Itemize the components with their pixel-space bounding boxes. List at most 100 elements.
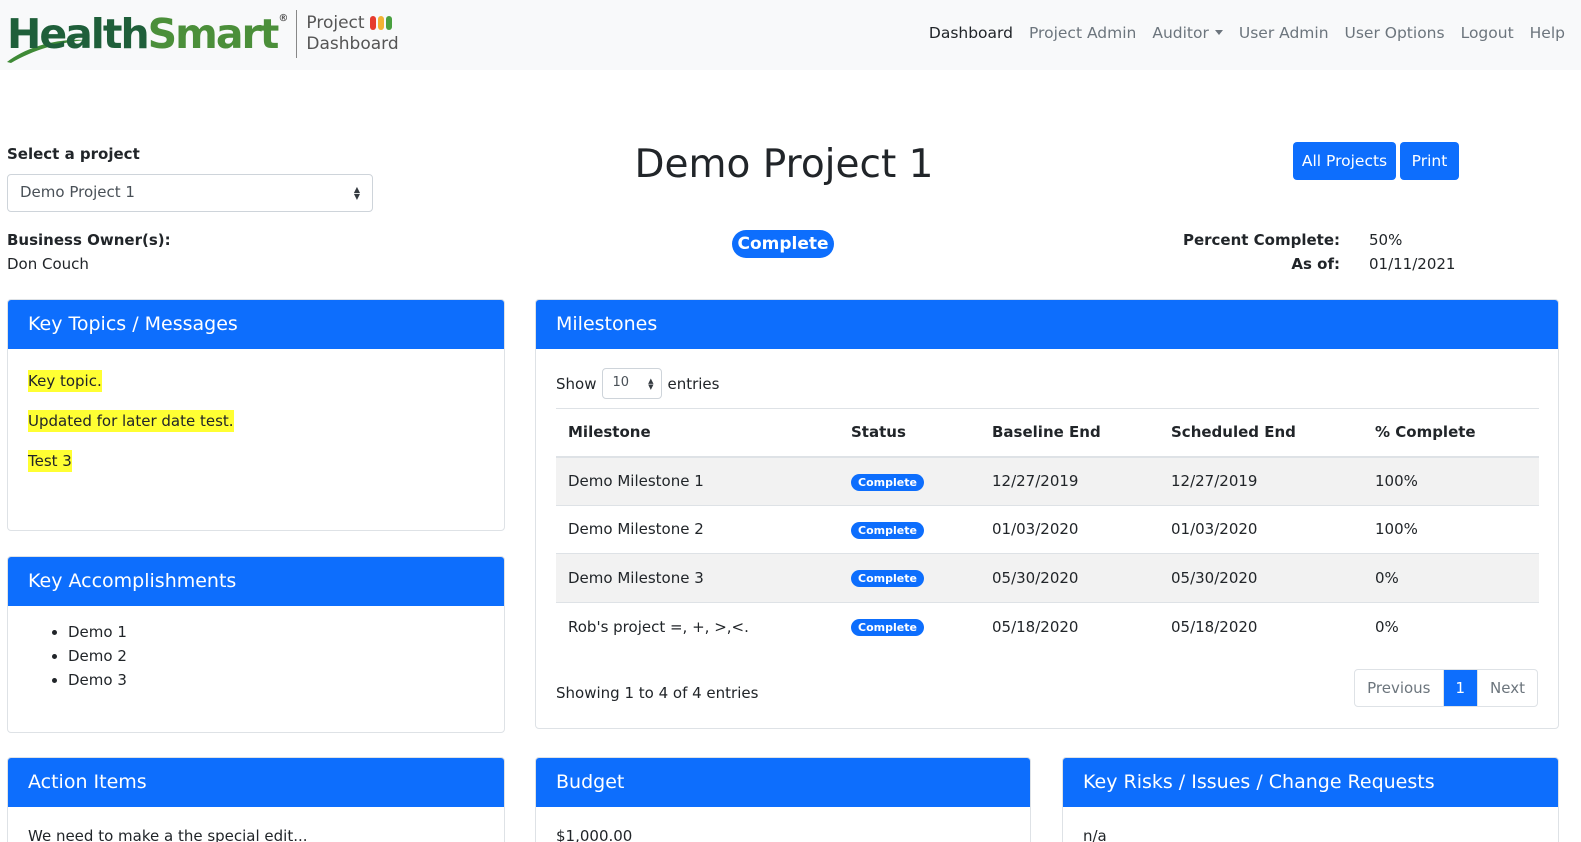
column-header-status[interactable]: Status [839, 408, 980, 458]
milestones-table: Milestone Status Baseline End Scheduled … [556, 408, 1539, 651]
pagination: Previous 1 Next [1354, 669, 1538, 707]
entries-label: entries [667, 374, 720, 393]
select-arrows-icon: ▲ ▼ [353, 185, 360, 201]
project-status-badge: Complete [732, 230, 834, 258]
column-header-milestone[interactable]: Milestone [556, 408, 839, 458]
table-info: Showing 1 to 4 of 4 entries [556, 684, 759, 702]
project-select[interactable]: Demo Project 1 ▲ ▼ [7, 174, 373, 212]
accomplishments-list: Demo 1 Demo 2 Demo 3 [28, 620, 484, 692]
milestones-card: Milestones Show 10 ▲ ▼ entries Milestone … [535, 299, 1559, 729]
project-title: Demo Project 1 [634, 142, 934, 187]
nav-auditor-label: Auditor [1152, 24, 1209, 42]
column-header-baseline-end[interactable]: Baseline End [980, 408, 1159, 458]
as-of-label: As of: [1291, 255, 1340, 273]
milestones-title: Milestones [536, 300, 1558, 349]
page-length-control: Show 10 ▲ ▼ entries [556, 368, 719, 399]
action-items-card: Action Items We need to make a the speci… [7, 757, 505, 842]
baseline-end: 05/30/2020 [980, 553, 1159, 602]
nav-logout[interactable]: Logout [1461, 24, 1514, 42]
show-label: Show [556, 374, 597, 393]
traffic-light-icon [369, 16, 392, 30]
key-risks-card: Key Risks / Issues / Change Requests n/a [1062, 757, 1559, 842]
previous-page-button[interactable]: Previous [1355, 670, 1444, 706]
nav-auditor-dropdown[interactable]: Auditor [1152, 24, 1223, 42]
percent-complete: 0% [1363, 553, 1539, 602]
status-badge: Complete [851, 521, 924, 539]
scheduled-end: 01/03/2020 [1159, 504, 1363, 554]
page-length-value: 10 [612, 375, 630, 390]
milestone-name: Rob's project =, +, >,<. [556, 601, 839, 651]
percent-complete: 0% [1363, 601, 1539, 651]
status-badge: Complete [851, 619, 924, 636]
key-accomplishments-card: Key Accomplishments Demo 1 Demo 2 Demo 3 [7, 556, 505, 733]
nav-dashboard[interactable]: Dashboard [929, 24, 1013, 42]
scheduled-end: 05/18/2020 [1159, 601, 1363, 651]
baseline-end: 12/27/2019 [980, 456, 1159, 505]
percent-complete: 100% [1363, 456, 1539, 505]
list-item: Demo 2 [68, 644, 484, 668]
percent-complete-value: 50% [1369, 231, 1403, 249]
brand-wordmark: HealthSmart® [7, 12, 289, 55]
key-accomplishments-body: Demo 1 Demo 2 Demo 3 [8, 606, 504, 712]
brand-subtitle: Project Dashboard [306, 13, 398, 55]
brand-name-part1: Health [7, 9, 150, 58]
budget-card: Budget $1,000.00 [535, 757, 1031, 842]
key-topics-card: Key Topics / Messages Key topic. Updated… [7, 299, 505, 531]
baseline-end: 05/18/2020 [980, 601, 1159, 651]
scheduled-end: 12/27/2019 [1159, 456, 1363, 505]
budget-title: Budget [536, 758, 1030, 807]
table-header-row: Milestone Status Baseline End Scheduled … [556, 408, 1539, 458]
status-badge: Complete [851, 473, 924, 491]
project-select-label: Select a project [7, 145, 140, 163]
key-risks-text: n/a [1083, 827, 1107, 842]
nav-user-options[interactable]: User Options [1345, 24, 1445, 42]
next-page-button[interactable]: Next [1477, 670, 1537, 706]
business-owner-label: Business Owner(s): [7, 231, 171, 249]
nav-user-admin[interactable]: User Admin [1239, 24, 1329, 42]
brand-subtitle-line2: Dashboard [306, 34, 399, 54]
key-topic-item: Test 3 [28, 450, 72, 472]
column-header-scheduled-end[interactable]: Scheduled End [1159, 408, 1363, 458]
action-items-text: We need to make a the special edit... [28, 827, 308, 842]
page-length-select[interactable]: 10 ▲ ▼ [602, 368, 663, 399]
milestone-name: Demo Milestone 3 [556, 553, 839, 602]
nav-help[interactable]: Help [1530, 24, 1565, 42]
nav-project-admin[interactable]: Project Admin [1029, 24, 1136, 42]
key-accomplishments-title: Key Accomplishments [8, 557, 504, 606]
brand-logo[interactable]: HealthSmart® Project Dashboard [7, 8, 399, 63]
key-topics-title: Key Topics / Messages [8, 300, 504, 349]
column-header-percent-complete[interactable]: % Complete [1363, 408, 1539, 458]
scheduled-end: 05/30/2020 [1159, 553, 1363, 602]
table-row: Demo Milestone 1 Complete 12/27/2019 12/… [556, 456, 1539, 505]
main-nav: Dashboard Project Admin Auditor User Adm… [913, 0, 1565, 66]
business-owner-value: Don Couch [7, 255, 89, 273]
project-select-value: Demo Project 1 [20, 183, 135, 201]
select-arrows-icon: ▲ ▼ [648, 377, 654, 391]
budget-text: $1,000.00 [556, 827, 633, 842]
status-badge: Complete [851, 570, 924, 588]
list-item: Demo 1 [68, 620, 484, 644]
key-risks-title: Key Risks / Issues / Change Requests [1063, 758, 1558, 807]
all-projects-button[interactable]: All Projects [1293, 142, 1396, 180]
percent-complete: 100% [1363, 504, 1539, 554]
percent-complete-label: Percent Complete: [1182, 231, 1340, 249]
baseline-end: 01/03/2020 [980, 504, 1159, 554]
brand-name-part2: Smart [147, 9, 280, 58]
page-1-button[interactable]: 1 [1443, 670, 1478, 706]
milestone-name: Demo Milestone 2 [556, 504, 839, 554]
table-row: Demo Milestone 2 Complete 01/03/2020 01/… [556, 504, 1539, 554]
action-items-title: Action Items [8, 758, 504, 807]
caret-down-icon [1214, 30, 1223, 35]
list-item: Demo 3 [68, 668, 484, 692]
registered-mark: ® [278, 12, 289, 24]
navbar: HealthSmart® Project Dashboard Dashboard… [0, 0, 1581, 70]
as-of-value: 01/11/2021 [1369, 255, 1456, 273]
key-topic-item: Updated for later date test. [28, 410, 234, 432]
milestone-name: Demo Milestone 1 [556, 456, 839, 505]
brand-subtitle-line1: Project [306, 13, 365, 33]
key-topics-body: Key topic. Updated for later date test. … [8, 349, 504, 510]
key-topic-item: Key topic. [28, 370, 102, 392]
print-button[interactable]: Print [1400, 142, 1459, 180]
table-row: Rob's project =, +, >,<. Complete 05/18/… [556, 601, 1539, 651]
table-row: Demo Milestone 3 Complete 05/30/2020 05/… [556, 553, 1539, 602]
